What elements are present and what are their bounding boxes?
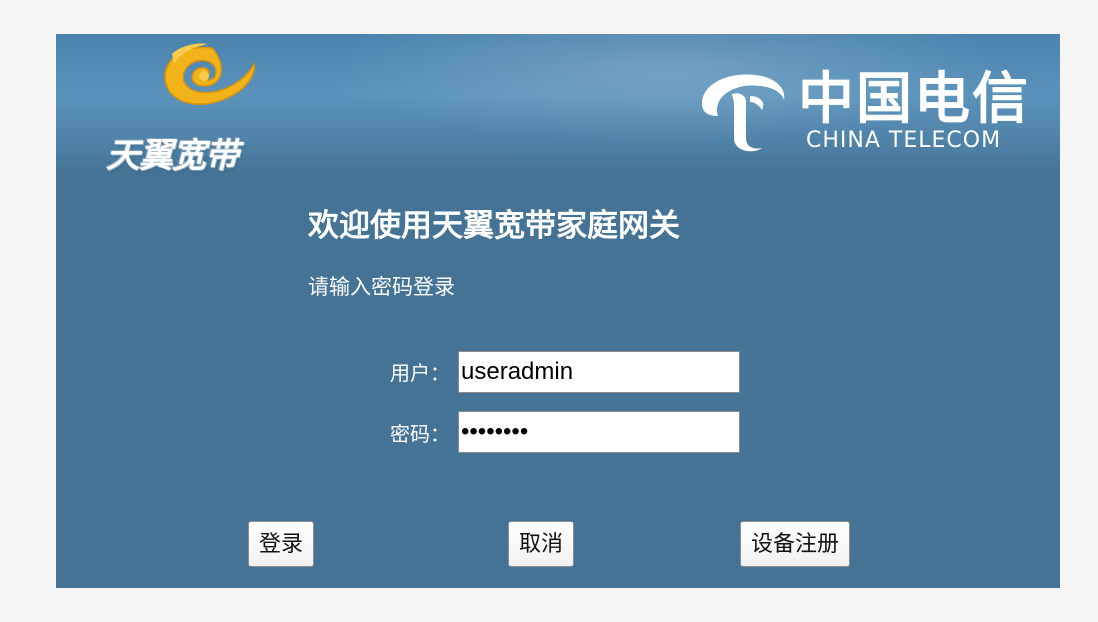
username-input[interactable] <box>458 351 740 393</box>
brand-text: 天翼宽带 <box>106 136 239 176</box>
china-telecom-icon <box>702 74 785 152</box>
tianyi-swirl-icon <box>164 43 256 105</box>
password-input[interactable] <box>458 411 740 453</box>
password-label: 密码： <box>390 422 450 446</box>
login-button[interactable]: 登录 <box>248 521 315 567</box>
welcome-title: 欢迎使用天翼宽带家庭网关 <box>308 208 680 244</box>
telecom-chinese-name: 中国电信 <box>798 66 1030 132</box>
header-banner: 天翼宽带 中国电信 CHINA TELECOM <box>56 34 1060 176</box>
telecom-english-name: CHINA TELECOM <box>806 128 1002 153</box>
china-telecom-logo: 中国电信 CHINA TELECOM <box>692 58 1044 158</box>
device-register-button[interactable]: 设备注册 <box>740 521 851 567</box>
login-panel: 天翼宽带 中国电信 CHINA TELECOM 欢迎使用天翼宽带家庭网关 请输入… <box>56 34 1060 588</box>
login-subtitle: 请输入密码登录 <box>308 275 455 299</box>
username-label: 用户： <box>390 361 450 385</box>
cancel-button[interactable]: 取消 <box>508 521 575 567</box>
tianyi-broadband-logo: 天翼宽带 <box>106 38 296 176</box>
